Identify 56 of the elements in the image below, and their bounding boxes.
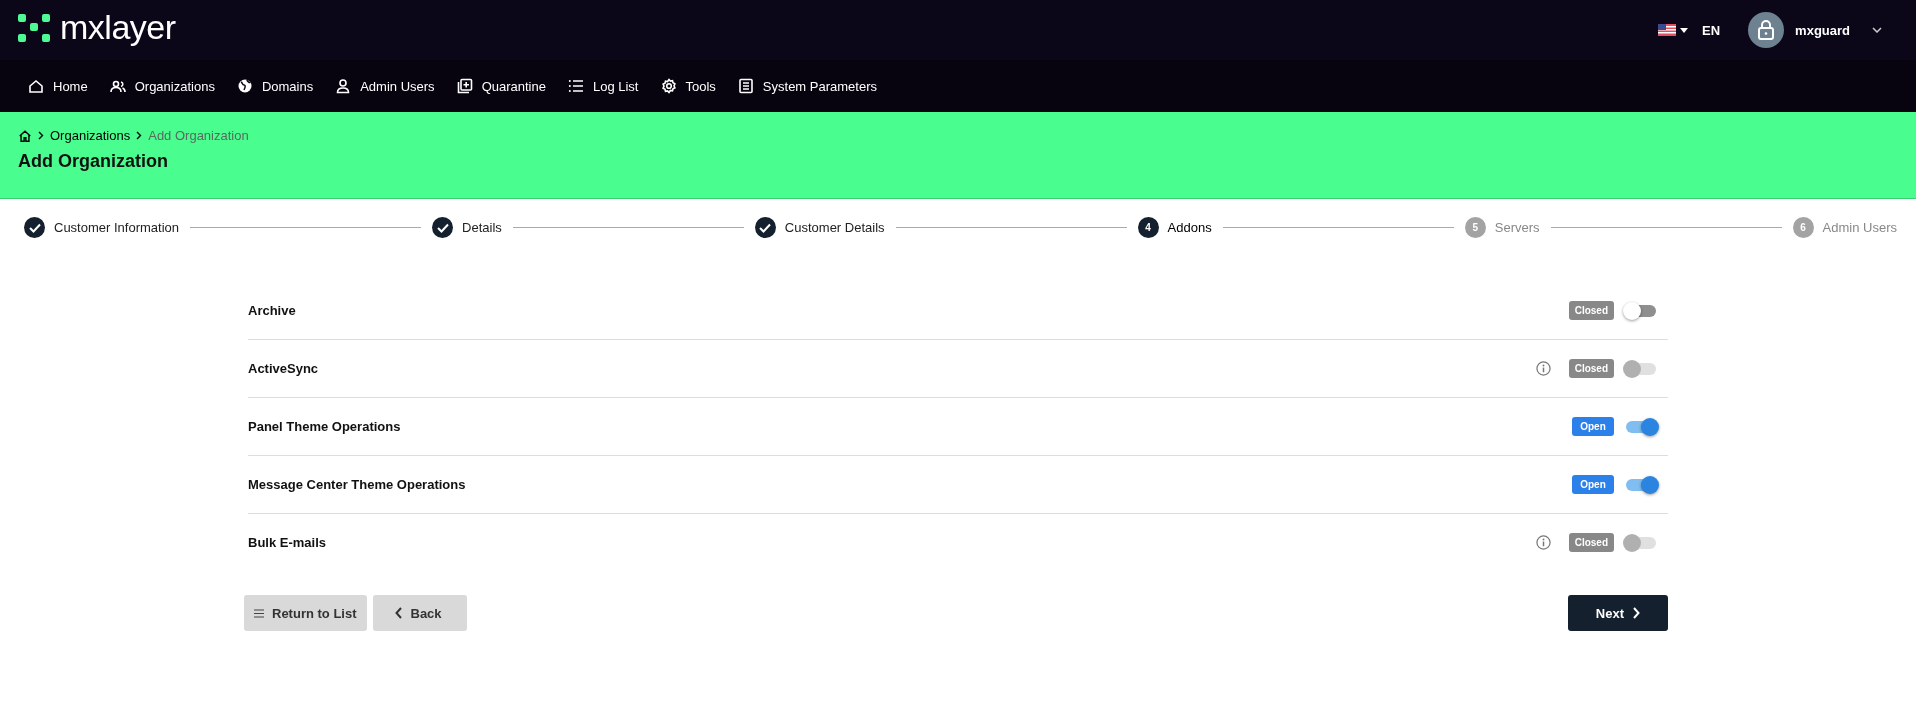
toggle-switch[interactable]	[1626, 420, 1656, 433]
step-label: Customer Information	[54, 220, 179, 235]
status-badge: Closed	[1568, 301, 1614, 320]
caret-icon[interactable]	[1680, 27, 1689, 33]
nav-item[interactable]: Quarantine	[456, 78, 546, 94]
addon-name: Bulk E-mails	[248, 535, 327, 550]
list-icon	[254, 608, 264, 618]
avatar-icon[interactable]	[1748, 12, 1785, 48]
step-label: Customer Details	[784, 220, 885, 235]
back-button[interactable]: Back	[372, 595, 467, 631]
users-icon	[109, 78, 126, 94]
logo-text: mxlayer	[60, 7, 176, 47]
next-button[interactable]: Next	[1567, 595, 1668, 631]
username[interactable]: mxguard	[1795, 22, 1850, 38]
globe-icon	[236, 78, 253, 94]
step-label: Details	[462, 220, 502, 235]
step-number: 6	[1792, 217, 1814, 238]
chevron-left-icon	[394, 607, 403, 619]
step-label: Servers	[1494, 220, 1540, 235]
chevron-right-icon	[1632, 607, 1640, 619]
status-badge: Open	[1572, 475, 1614, 494]
status-badge: Open	[1572, 417, 1614, 436]
return-to-list-button[interactable]: Return to List	[244, 595, 367, 631]
table-icon	[737, 78, 754, 94]
nav-item[interactable]: Home	[28, 78, 88, 94]
nav-item[interactable]: Tools	[660, 78, 716, 94]
chevron-right-icon	[136, 131, 143, 140]
list-icon	[567, 78, 584, 94]
nav-item[interactable]: Admin Users	[335, 78, 435, 94]
nav-item[interactable]: Organizations	[109, 78, 215, 94]
language-code[interactable]: EN	[1702, 22, 1721, 38]
nav-item[interactable]: System Parameters	[737, 78, 877, 94]
addon-name: Archive	[248, 303, 296, 318]
addon-name: ActiveSync	[248, 361, 319, 376]
addon-name: Panel Theme Operations	[248, 419, 401, 434]
step-label: Admin Users	[1822, 220, 1897, 235]
toggle-switch[interactable]	[1626, 478, 1656, 491]
status-badge: Closed	[1568, 533, 1614, 552]
step-number: 5	[1464, 217, 1486, 238]
home-icon[interactable]	[18, 128, 32, 143]
nav-item[interactable]: Log List	[567, 78, 639, 94]
user-icon	[335, 78, 352, 94]
toggle-switch[interactable]	[1626, 304, 1656, 317]
step-number: 4	[1137, 217, 1159, 238]
step-label: Addons	[1167, 220, 1212, 235]
addon-name: Message Center Theme Operations	[248, 477, 466, 492]
breadcrumb-link[interactable]: Organizations	[50, 128, 131, 143]
nav-item[interactable]: Domains	[236, 78, 314, 94]
status-badge: Closed	[1568, 359, 1614, 378]
home-icon	[28, 78, 44, 94]
stack-icon	[456, 78, 473, 94]
chevron-down-icon[interactable]	[1872, 27, 1882, 33]
settings-icon	[660, 78, 677, 94]
flag-icon[interactable]	[1658, 24, 1677, 36]
chevron-right-icon	[38, 131, 44, 140]
page-title: Add Organization	[18, 151, 169, 172]
